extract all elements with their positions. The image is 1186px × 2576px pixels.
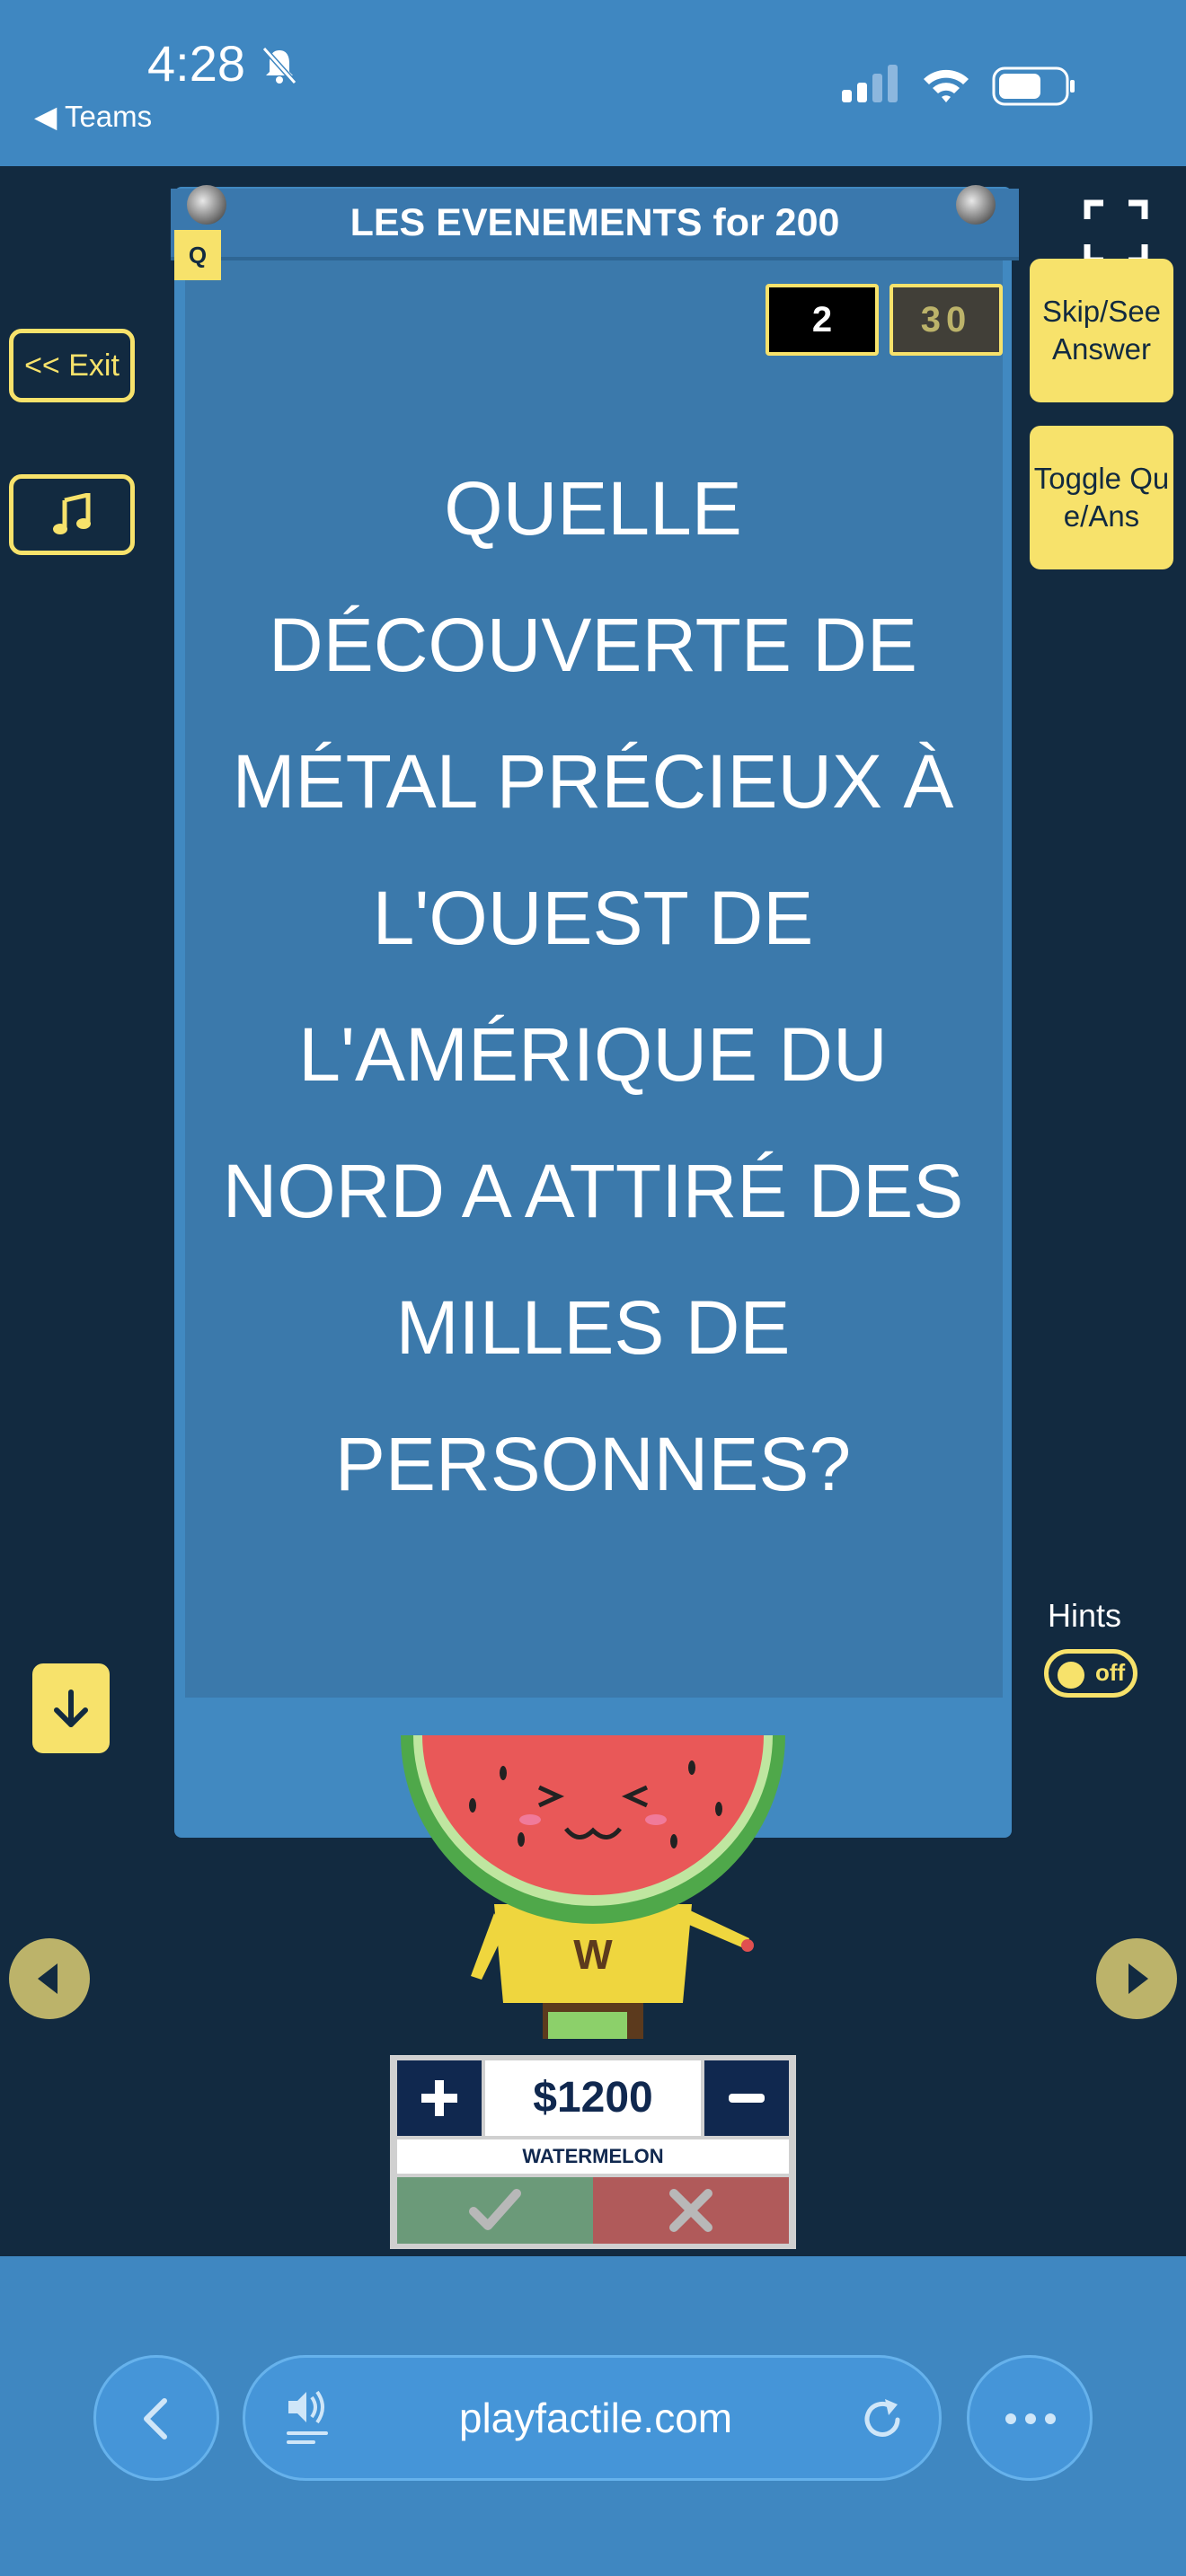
score-box-a: 2 bbox=[766, 284, 879, 356]
more-icon bbox=[1005, 2413, 1056, 2424]
arrow-down-icon bbox=[54, 1689, 88, 1727]
browser-more-button[interactable] bbox=[967, 2355, 1093, 2481]
team-score: $1200 bbox=[485, 2060, 701, 2136]
scroll-down-button[interactable] bbox=[32, 1663, 110, 1753]
check-icon bbox=[469, 2189, 521, 2230]
subtract-points-button[interactable] bbox=[704, 2060, 789, 2136]
plus-icon bbox=[421, 2080, 457, 2116]
pin-right bbox=[956, 185, 996, 225]
question-badge: Q bbox=[174, 230, 221, 280]
wifi-icon bbox=[924, 69, 969, 102]
watermelon-mascot: W bbox=[401, 1735, 785, 2039]
question-text: QUELLE DÉCOUVERTE DE MÉTAL PRÉCIEUX À L'… bbox=[222, 466, 964, 1506]
url-text: playfactile.com bbox=[458, 2395, 733, 2441]
fullscreen-icon[interactable] bbox=[1084, 199, 1148, 264]
chevron-right-icon bbox=[1128, 1963, 1148, 1994]
skip-see-answer-button[interactable]: Skip/See Answer bbox=[1030, 259, 1173, 402]
exit-button[interactable]: << Exit bbox=[9, 329, 135, 402]
next-button[interactable] bbox=[1096, 1938, 1177, 2019]
hints-toggle-knob bbox=[1058, 1662, 1084, 1689]
hints-toggle[interactable]: off bbox=[1044, 1649, 1137, 1698]
hints-label: Hints bbox=[1048, 1597, 1122, 1634]
score-box-b: 30 bbox=[890, 284, 1003, 356]
bell-slash-icon bbox=[261, 46, 297, 85]
back-to-teams-link[interactable]: ◀ Teams bbox=[34, 99, 152, 134]
mascot-letter: W bbox=[573, 1931, 613, 1978]
music-note-icon bbox=[53, 493, 91, 534]
pin-left bbox=[187, 185, 226, 225]
browser-back-button[interactable] bbox=[93, 2355, 219, 2481]
signal-icon bbox=[842, 65, 898, 102]
previous-button[interactable] bbox=[9, 1938, 90, 2019]
url-bar[interactable]: playfactile.com bbox=[243, 2355, 942, 2481]
chevron-left-icon bbox=[38, 1963, 58, 1994]
mark-correct-button[interactable] bbox=[397, 2177, 593, 2244]
team-name: WATERMELON bbox=[397, 2139, 789, 2174]
music-button[interactable] bbox=[9, 474, 135, 555]
add-points-button[interactable] bbox=[397, 2060, 482, 2136]
reload-icon[interactable] bbox=[858, 2395, 907, 2444]
category-title-bar: LES EVENEMENTS for 200 bbox=[171, 189, 1019, 260]
category-title: LES EVENEMENTS for 200 bbox=[350, 201, 840, 244]
chevron-left-icon bbox=[144, 2398, 167, 2439]
status-time: 4:28 bbox=[147, 35, 245, 92]
toggle-question-answer-button[interactable]: Toggle Que/Ans bbox=[1030, 426, 1173, 569]
minus-icon bbox=[729, 2094, 765, 2103]
battery-icon bbox=[992, 66, 1075, 106]
sound-icon[interactable] bbox=[285, 2386, 333, 2449]
hints-state: off bbox=[1095, 1659, 1126, 1686]
mark-wrong-button[interactable] bbox=[593, 2177, 789, 2244]
x-icon bbox=[669, 2189, 712, 2232]
